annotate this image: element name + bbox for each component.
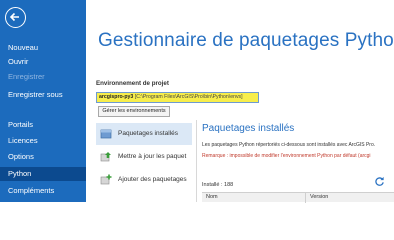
back-button[interactable] bbox=[5, 7, 26, 28]
panel-note: Remarque : impossible de modifier l'envi… bbox=[202, 153, 371, 159]
add-package-icon bbox=[100, 174, 112, 185]
panel-description: Les paquetages Python répertoriés ci-des… bbox=[202, 142, 376, 148]
environment-name: arcgispro-py3 bbox=[99, 94, 134, 100]
manage-environments-button[interactable]: Gérer les environnements bbox=[98, 106, 170, 117]
tab-installed-label: Paquetages installés bbox=[118, 130, 178, 137]
panel-title: Paquetages installés bbox=[202, 123, 295, 134]
environment-field[interactable]: arcgispro-py3 [C:\Program Files\ArcGIS\P… bbox=[96, 92, 259, 103]
column-version-header[interactable]: Version bbox=[310, 194, 328, 200]
packages-table-header: Nom Version bbox=[202, 192, 394, 203]
installed-count: Installé : 188 bbox=[202, 182, 234, 188]
update-arrow-icon bbox=[100, 152, 111, 162]
environment-path: [C:\Program Files\ArcGIS\Pro\bin\Python\… bbox=[134, 94, 243, 100]
sidebar-item-python[interactable]: Python bbox=[0, 167, 86, 181]
tab-add-label: Ajouter des paquetages bbox=[118, 176, 187, 183]
sidebar-item-ouvrir[interactable]: Ouvrir bbox=[0, 55, 86, 69]
sidebar-item-nouveau[interactable]: Nouveau bbox=[0, 41, 86, 55]
back-arrow-icon bbox=[9, 12, 19, 22]
page-title: Gestionnaire de paquetages Python bbox=[98, 30, 394, 51]
sidebar-item-options[interactable]: Options bbox=[0, 150, 86, 164]
tab-add-packages[interactable]: Ajouter des paquetages bbox=[96, 169, 192, 191]
sidebar-item-licences[interactable]: Licences bbox=[0, 134, 86, 148]
column-name-header[interactable]: Nom bbox=[206, 194, 218, 200]
tab-update-packages[interactable]: Mettre à jour les paquet bbox=[96, 146, 192, 168]
refresh-icon[interactable] bbox=[374, 176, 385, 187]
tab-installed-packages[interactable]: Paquetages installés bbox=[96, 123, 192, 145]
sidebar-item-portails[interactable]: Portails bbox=[0, 118, 86, 132]
sidebar-item-enregistrer-sous[interactable]: Enregistrer sous bbox=[0, 88, 86, 102]
panel-divider bbox=[196, 120, 197, 202]
backstage-sidebar: Nouveau Ouvrir Enregistrer Enregistrer s… bbox=[0, 0, 86, 202]
sidebar-item-complements[interactable]: Compléments bbox=[0, 184, 86, 198]
column-divider[interactable] bbox=[305, 193, 306, 203]
tab-update-label: Mettre à jour les paquet bbox=[118, 153, 187, 160]
package-icon bbox=[100, 129, 112, 139]
sidebar-item-enregistrer: Enregistrer bbox=[8, 72, 45, 81]
project-environment-label: Environnement de projet bbox=[96, 80, 169, 87]
